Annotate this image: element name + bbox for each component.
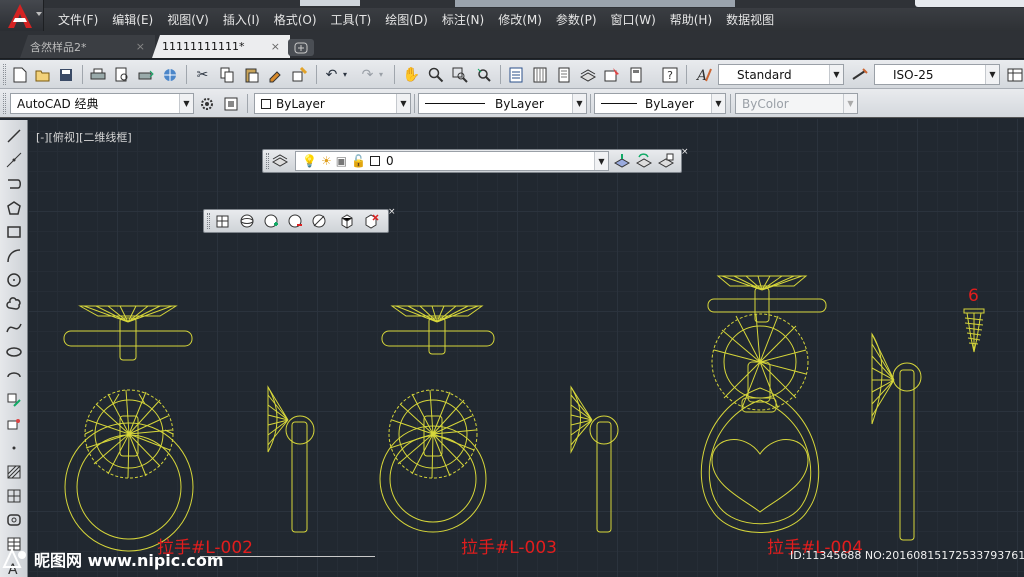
watermark-text: 昵图网 www.nipic.com	[34, 551, 224, 570]
handle-l004-top-view[interactable]	[707, 275, 827, 323]
handle-l003-side-view[interactable]	[570, 385, 619, 533]
handle-l003-top-view[interactable]	[381, 305, 495, 355]
handle-l003-front-view[interactable]	[379, 389, 487, 533]
handle-l002-front-view[interactable]	[64, 389, 194, 552]
handle-l004-side-view[interactable]	[871, 332, 922, 541]
nipic-logo-icon	[0, 547, 34, 571]
watermark-line	[200, 556, 375, 557]
watermark-left: 昵图网 www.nipic.com	[0, 541, 224, 577]
screw-drawing[interactable]	[963, 308, 985, 353]
autocad-window: 文件(F) 编辑(E) 视图(V) 插入(I) 格式(O) 工具(T) 绘图(D…	[0, 0, 1024, 577]
handle-l002-side-view[interactable]	[267, 385, 315, 533]
cad-drawing	[63, 275, 985, 552]
watermark-right: ID:11345688 NO:20160815172533793761	[790, 549, 1024, 562]
label-l003: 拉手#L-003	[461, 538, 557, 558]
label-screw: 6	[968, 286, 979, 306]
handle-l002-top-view[interactable]	[63, 305, 193, 361]
handle-l004-front-view[interactable]	[700, 313, 820, 533]
